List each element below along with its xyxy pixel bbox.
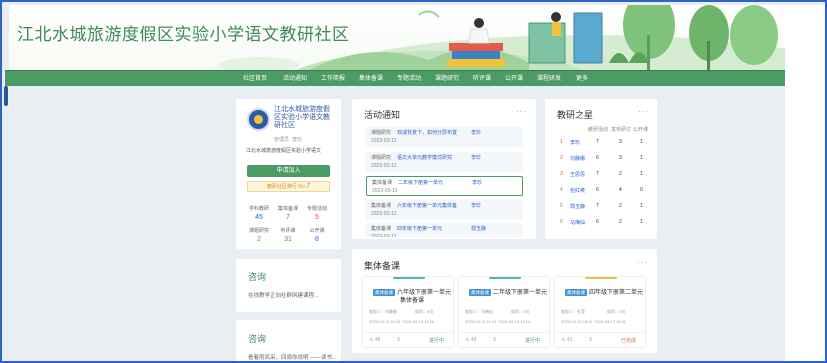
profile-card: 江北水城旅游度假区实验小学语文教研社区 管理员 李珍 江北水城旅游度假区实验小学… (236, 99, 341, 249)
site-title: 江北水城旅游度假区实验小学语文教研社区 (17, 25, 350, 44)
notice-item-active[interactable]: 集体备课 二年级下册第一单元 李珍 2023-03-12 (366, 176, 523, 196)
nav-item-briefing[interactable]: 工作简报 (321, 71, 345, 87)
prep-title: 集体备课 (364, 261, 401, 271)
nav-item-notice[interactable]: 活动通知 (283, 71, 307, 87)
rank-label: 教研社区排行 (266, 184, 297, 190)
view-count: 41 (567, 337, 573, 343)
stat-topic[interactable]: 专题活动 5 (303, 205, 331, 221)
star-title: 教研之星 (557, 110, 594, 120)
star-row[interactable]: 3 王思思 7 2 1 (545, 171, 657, 185)
join-button[interactable]: 申请加入 (247, 165, 330, 177)
nav-item-prep[interactable]: 集体备课 (359, 71, 383, 87)
rank-box: 教研社区排行 No.7 (247, 181, 330, 192)
star-header: 发布研讨 (611, 127, 632, 133)
like-count: 0 (493, 337, 496, 343)
nav-item-research[interactable]: 课题研究 (435, 71, 459, 87)
prep-item-bar (393, 277, 425, 279)
like-count: 0 (397, 337, 400, 343)
nav-item-topic[interactable]: 专题活动 (397, 71, 421, 87)
prep-scope: 成员：4位 (511, 309, 530, 314)
prep-footer: ♙ 45 ♡ 0 进行中 (363, 332, 455, 344)
star-header: 教研活动 (588, 127, 609, 133)
prep-badge: 集体备课 (565, 289, 587, 296)
prep-footer: ♙ 43 ♡ 0 进行中 (459, 332, 551, 344)
rank-prefix: No. (298, 184, 307, 190)
view-icon: ♙ (369, 337, 374, 343)
star-header: 公开课 (633, 127, 649, 133)
nav-item-evaluate[interactable]: 听评课 (473, 71, 491, 87)
notice-title: 活动通知 (364, 110, 401, 120)
prep-initiator: 发起人：马梅仙 (465, 309, 493, 314)
like-icon: ♡ (583, 337, 588, 343)
star-row[interactable]: 2 刘静娜 6 3 1 (545, 155, 657, 169)
star-row[interactable]: 1 李珍 7 3 1 (545, 139, 657, 153)
prep-more-icon[interactable]: ··· (637, 258, 648, 267)
like-icon: ♡ (391, 337, 396, 343)
prep-item[interactable]: 二年级下册第一单元 集体备课 发起人：马梅仙 成员：4位 2023-03-12 … (458, 276, 551, 348)
notice-item[interactable]: 集体备课 四年级下册第一单元 郭玉静 2023-03-12 (366, 223, 523, 237)
prep-status: 进行中 (429, 338, 445, 344)
prep-scope: 成员：6位 (415, 309, 434, 314)
school-logo (247, 108, 270, 131)
star-more-icon[interactable]: ··· (638, 107, 649, 116)
ask-title: 咨询 (248, 272, 267, 282)
notice-item[interactable]: 集体备课 六年级下册第一单元集体备 李珍 2023-03-12 (366, 200, 523, 220)
stat-subject[interactable]: 学科教研 45 (245, 205, 273, 221)
nav-item-more[interactable]: 更多 (576, 71, 588, 87)
notice-card: 活动通知 ··· 课题研究 双减背景下，如何分层布置 李珍 2023-03-12 课题… (352, 99, 536, 239)
prep-card: 集体备课 ··· 六年级下册第一单元集体备课 集体备课 发起人：刘静娜 成员：6… (352, 249, 657, 353)
ask-title: 咨询 (248, 334, 267, 344)
notice-item[interactable]: 课题研究 语文大单元教学模式研究 李珍 2023-03-12 (366, 152, 523, 172)
ask-body[interactable]: 在线教学正向社群网建课程... (248, 291, 319, 299)
view-count: 45 (375, 337, 381, 343)
prep-status: 已完成 (621, 338, 637, 344)
prep-time: 2023-03-12 11:14~2023-04-19 11:14 (465, 319, 530, 324)
prep-item-bar (489, 277, 521, 279)
prep-footer: ♙ 41 ♡ 0 已完成 (555, 332, 647, 344)
prep-badge: 集体备课 (469, 289, 491, 296)
view-icon: ♙ (561, 337, 566, 343)
stat-open-class[interactable]: 公开课 8 (303, 227, 331, 243)
profile-desc: 江北水城旅游度假区实验小学语文 (246, 148, 322, 154)
prep-item[interactable]: 六年级下册第一单元集体备课 集体备课 发起人：刘静娜 成员：6位 2023-03… (362, 276, 455, 348)
scroll-handle[interactable] (4, 86, 8, 106)
stat-prep[interactable]: 集体备课 7 (274, 205, 302, 221)
prep-initiator: 发起人：孔莹 (561, 309, 585, 314)
view-icon: ♙ (465, 337, 470, 343)
main-nav: 社区首页 活动通知 工作简报 集体备课 专题活动 课题研究 听评课 公开课 课程… (5, 70, 785, 86)
star-row[interactable]: 4 包红英 6 4 0 (545, 187, 657, 201)
like-count: 0 (589, 337, 592, 343)
school-name[interactable]: 江北水城旅游度假区实验小学语文教研社区 (274, 106, 336, 130)
star-row[interactable]: 6 马梅仙 6 2 1 (545, 219, 657, 233)
notice-more-icon[interactable]: ··· (516, 107, 527, 116)
nav-item-home[interactable]: 社区首页 (243, 71, 267, 87)
prep-item-bar (585, 277, 617, 279)
nav-item-open-class[interactable]: 公开课 (505, 71, 523, 87)
like-icon: ♡ (487, 337, 492, 343)
browser-frame: 江北水城旅游度假区实验小学语文教研社区 社区首页 活动通知 工作简报 集体备课 … (0, 0, 827, 363)
role-label: 管理员 (274, 137, 290, 143)
prep-item[interactable]: 四年级下册第二单元 集体备课 发起人：孔莹 成员：4位 2023-03-10 1… (554, 276, 647, 348)
prep-badge: 集体备课 (373, 289, 395, 296)
prep-time: 2023-03-10 16:11~2023-03-17 16:11 (561, 319, 626, 324)
prep-time: 2023-03-12 11:16~2023-04-19 11:16 (369, 319, 434, 324)
rank-value: 7 (306, 183, 311, 190)
star-row[interactable]: 5 郭玉静 7 2 1 (545, 203, 657, 217)
ask-body[interactable]: 看着雨风采，四周你说明 ——读书... (248, 353, 337, 361)
prep-initiator: 发起人：刘静娜 (369, 309, 397, 314)
header-banner: 江北水城旅游度假区实验小学语文教研社区 (9, 5, 785, 70)
right-margin (785, 5, 825, 361)
stat-evaluate[interactable]: 听评课 31 (274, 227, 302, 243)
role-value: 李珍 (292, 137, 303, 143)
ask-card: 咨询 看着雨风采，四周你说明 ——读书... (236, 320, 341, 361)
stat-research[interactable]: 课题研究 2 (245, 227, 273, 243)
view-count: 43 (471, 337, 477, 343)
nav-item-course[interactable]: 课程研发 (537, 71, 561, 87)
ask-card: 咨询 在线教学正向社群网建课程... (236, 259, 341, 312)
prep-status: 进行中 (525, 338, 541, 344)
prep-scope: 成员：4位 (607, 309, 626, 314)
star-card: 教研之星 ··· 教研活动 发布研讨 公开课 1 李珍 7 3 1 2 刘静娜 6 3 1 3王… (545, 99, 657, 239)
notice-item[interactable]: 课题研究 双减背景下，如何分层布置 李珍 2023-03-12 (366, 127, 523, 147)
